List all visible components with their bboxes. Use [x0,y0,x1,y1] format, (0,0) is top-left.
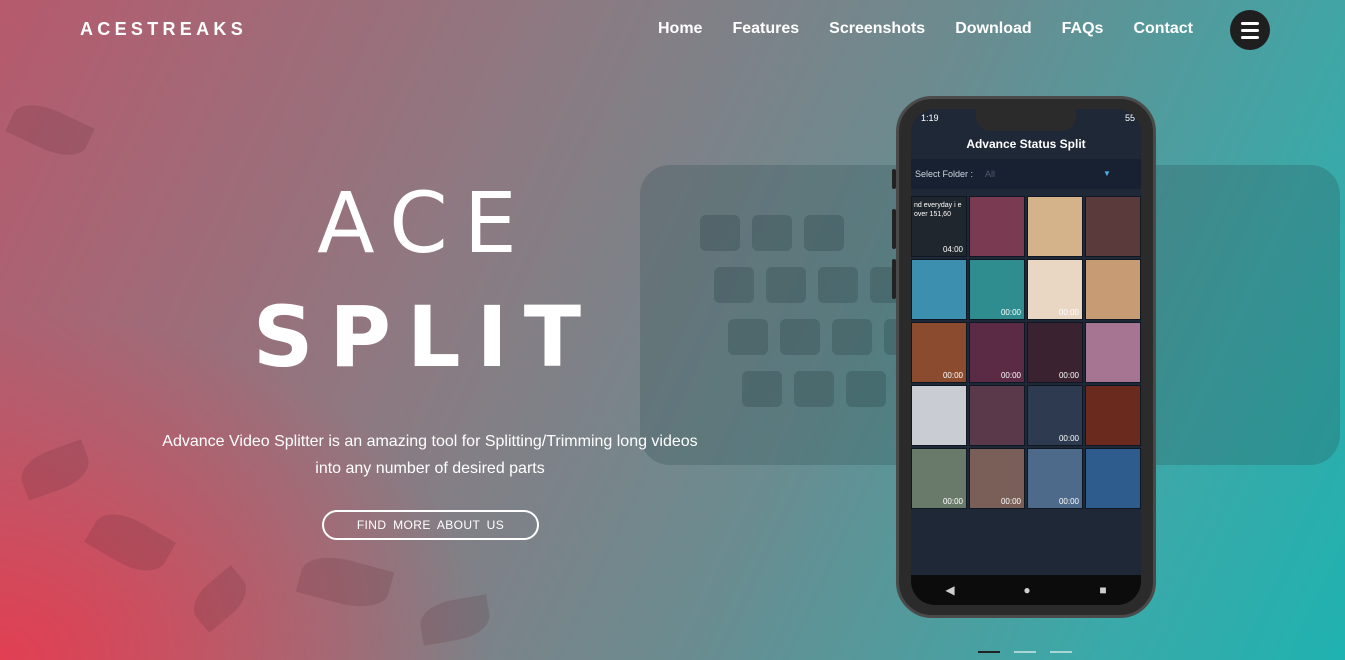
hamburger-menu-button[interactable] [1230,10,1270,50]
keyboard-key [766,267,806,303]
thumbnail-duration: 04:00 [942,245,963,254]
status-time: 1:19 [921,113,939,123]
video-thumbnail[interactable]: 00:00 [911,322,967,383]
folder-label: Select Folder : [915,169,974,179]
keyboard-key [804,215,844,251]
thumbnail-duration: 00:00 [1058,308,1079,317]
video-thumbnail[interactable] [1085,196,1141,257]
thumbnail-duration: 00:00 [942,497,963,506]
video-thumbnail[interactable] [1085,385,1141,446]
main-nav: Home Features Screenshots Download FAQs … [658,19,1223,39]
carousel-dot[interactable] [1050,651,1072,653]
video-grid: nd everyday i e over 151,60 04:00 00:00 00:… [911,196,1141,509]
thumbnail-duration: 00:00 [1000,371,1021,380]
phone-notch [976,109,1076,131]
thumbnail-duration: 00:00 [1000,308,1021,317]
folder-value: All [985,169,996,179]
video-thumbnail[interactable]: 00:00 [1027,448,1083,509]
thumbnail-duration: 00:00 [1000,497,1021,506]
video-thumbnail[interactable]: 00:00 [969,448,1025,509]
video-thumbnail[interactable] [969,385,1025,446]
hamburger-icon-bar [1241,28,1259,32]
home-icon[interactable]: ● [1023,583,1030,597]
video-thumbnail[interactable]: 00:00 [969,322,1025,383]
video-thumbnail[interactable] [1085,259,1141,320]
phone-side-button [892,169,896,189]
android-nav-bar: ◀ ● ■ [911,575,1141,605]
status-battery: 55 [1124,113,1135,123]
hero-title-line2: SPLIT [252,288,598,386]
leaf-decoration [5,94,95,166]
video-thumbnail[interactable]: 00:00 [1027,385,1083,446]
hamburger-icon-bar [1241,35,1259,39]
hero-subtitle: Advance Video Splitter is an amazing too… [162,433,698,477]
leaf-decoration [84,503,176,582]
nav-screenshots[interactable]: Screenshots [829,19,925,39]
hero-title-line1: ACE [317,174,533,272]
nav-download[interactable]: Download [955,19,1031,39]
video-thumbnail[interactable]: 00:00 [1027,322,1083,383]
recents-icon[interactable]: ■ [1099,583,1106,597]
keyboard-key [846,371,886,407]
carousel-indicators [978,651,1072,653]
carousel-dot[interactable] [1014,651,1036,653]
app-title: Advance Status Split [966,137,1086,151]
phone-side-button [892,259,896,299]
hamburger-icon-bar [1241,21,1259,25]
nav-faqs[interactable]: FAQs [1062,19,1104,39]
video-thumbnail[interactable] [1085,322,1141,383]
thumbnail-duration: 00:00 [1058,497,1079,506]
keyboard-key [742,371,782,407]
leaf-decoration [15,439,95,501]
video-thumbnail[interactable]: 00:00 [911,448,967,509]
video-thumbnail[interactable] [911,385,967,446]
keyboard-key [714,267,754,303]
video-thumbnail[interactable] [969,196,1025,257]
brand-logo[interactable]: ACESTREAKS [80,19,247,40]
leaf-decoration [184,565,256,633]
nav-contact[interactable]: Contact [1133,19,1193,39]
thumbnail-duration: 00:00 [1058,371,1079,380]
nav-home[interactable]: Home [658,19,702,39]
phone-screen: 1:19 55 Advance Status Split Select Fold… [911,109,1141,605]
video-thumbnail[interactable] [911,259,967,320]
video-thumbnail[interactable]: nd everyday i e over 151,60 04:00 [911,196,967,257]
keyboard-key [794,371,834,407]
keyboard-key [818,267,858,303]
leaf-decoration [417,594,493,646]
keyboard-key [780,319,820,355]
keyboard-key [728,319,768,355]
find-more-button[interactable]: FIND MORE ABOUT US [322,510,539,540]
video-thumbnail[interactable]: 00:00 [1027,259,1083,320]
thumbnail-caption: nd everyday i e over 151,60 [914,202,962,218]
phone-mockup: 1:19 55 Advance Status Split Select Fold… [892,96,1156,618]
folder-selector[interactable]: Select Folder : All ▼ [911,159,1141,189]
phone-side-button [892,209,896,249]
keyboard-key [700,215,740,251]
keyboard-key [752,215,792,251]
nav-features[interactable]: Features [732,19,799,39]
video-thumbnail[interactable] [1085,448,1141,509]
chevron-down-icon: ▼ [1103,169,1111,178]
video-thumbnail[interactable]: 00:00 [969,259,1025,320]
video-thumbnail[interactable] [1027,196,1083,257]
thumbnail-duration: 00:00 [942,371,963,380]
back-icon[interactable]: ◀ [945,583,954,597]
thumbnail-duration: 00:00 [1058,434,1079,443]
carousel-dot[interactable] [978,651,1000,653]
keyboard-key [832,319,872,355]
leaf-decoration [295,549,395,615]
